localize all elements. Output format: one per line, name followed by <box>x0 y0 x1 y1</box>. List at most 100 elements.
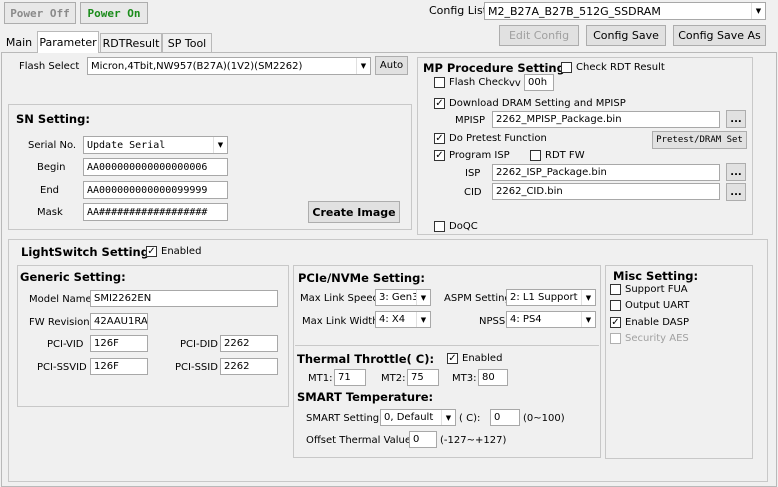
aspm-setting-select[interactable]: 2: L1 Support ▼ <box>506 289 596 306</box>
enable-dasp-checkbox[interactable]: ✓ Enable DASP <box>610 317 689 328</box>
fw-revision-input[interactable]: 42AAU1RA <box>90 313 148 330</box>
npss-select[interactable]: 4: PS4 ▼ <box>506 311 596 328</box>
tab-parameter[interactable]: Parameter <box>37 31 99 53</box>
mt2-input[interactable]: 75 <box>407 369 439 386</box>
end-input[interactable]: AA000000000000099999 <box>83 181 228 199</box>
chevron-down-icon: ▼ <box>441 410 455 425</box>
power-off-button[interactable]: Power Off <box>4 2 76 24</box>
serial-no-value: Update Serial <box>87 139 166 151</box>
offset-thermal-input[interactable]: 0 <box>409 431 437 448</box>
tab-sp-tool[interactable]: SP Tool <box>162 33 212 52</box>
smart-unit-input[interactable]: 0 <box>490 409 520 426</box>
aspm-setting-label: ASPM Setting <box>444 293 511 304</box>
checkbox-label: Check RDT Result <box>576 62 665 73</box>
checkbox-box <box>434 77 445 88</box>
model-name-input[interactable]: SMI2262EN <box>90 290 278 307</box>
checkbox-label: Enable DASP <box>625 317 689 328</box>
cid-label: CID <box>464 187 482 198</box>
chevron-down-icon: ▼ <box>356 58 370 74</box>
pcie-divider <box>295 345 599 346</box>
edit-config-button[interactable]: Edit Config <box>499 25 579 46</box>
flash-check-checkbox[interactable]: Flash Check <box>434 77 509 88</box>
pretest-dram-set-button[interactable]: Pretest/DRAM Set <box>652 131 747 149</box>
pretest-checkbox[interactable]: ✓ Do Pretest Function <box>434 133 547 144</box>
mt3-label: MT3: <box>452 373 477 384</box>
cid-browse-button[interactable]: ... <box>726 183 746 201</box>
fw-revision-label: FW Revision <box>29 317 90 328</box>
max-link-speed-select[interactable]: 3: Gen3 ▼ <box>375 289 431 306</box>
checkbox-box: ✓ <box>610 316 621 328</box>
config-save-button[interactable]: Config Save <box>586 25 666 46</box>
download-dram-checkbox[interactable]: ✓ Download DRAM Setting and MPISP <box>434 98 626 109</box>
mask-input[interactable]: AA################## <box>83 203 228 221</box>
checkbox-box: ✓ <box>146 245 157 257</box>
config-save-as-button[interactable]: Config Save As <box>673 25 766 46</box>
vv-input[interactable]: 00h <box>524 74 554 91</box>
auto-button[interactable]: Auto <box>375 56 408 75</box>
offset-range-label: (-127~+127) <box>440 435 507 446</box>
pci-ssid-input[interactable]: 2262 <box>220 358 278 375</box>
doqc-checkbox[interactable]: DoQC <box>434 221 478 232</box>
begin-input[interactable]: AA000000000000000006 <box>83 158 228 176</box>
vv-label: vv <box>509 78 521 89</box>
offset-thermal-label: Offset Thermal Value: <box>306 435 415 446</box>
checkbox-box: ✓ <box>434 132 445 144</box>
config-list-select[interactable]: M2_B27A_B27B_512G_SSDRAM ▼ <box>484 2 766 20</box>
program-isp-checkbox[interactable]: ✓ Program ISP <box>434 150 510 161</box>
chevron-down-icon: ▼ <box>751 3 765 19</box>
pci-ssvid-label: PCI-SSVID <box>37 362 87 373</box>
lightswitch-enabled-checkbox[interactable]: ✓ Enabled <box>146 246 201 257</box>
chevron-down-icon: ▼ <box>416 290 430 305</box>
security-aes-checkbox[interactable]: Security AES <box>610 333 689 344</box>
serial-no-label: Serial No. <box>28 140 77 151</box>
serial-no-select[interactable]: Update Serial ▼ <box>83 136 228 154</box>
smart-temperature-title: SMART Temperature: <box>297 390 434 404</box>
tab-rdtresult[interactable]: RDTResult <box>100 33 162 52</box>
mt1-input[interactable]: 71 <box>334 369 366 386</box>
flash-select[interactable]: Micron,4Tbit,NW957(B27A)(1V2)(SM2262) ▼ <box>87 57 371 75</box>
checkbox-box: ✓ <box>447 352 458 364</box>
chevron-down-icon: ▼ <box>416 312 430 327</box>
power-on-button[interactable]: Power On <box>80 2 148 24</box>
isp-label: ISP <box>465 168 481 179</box>
pci-vid-label: PCI-VID <box>47 339 84 350</box>
isp-browse-button[interactable]: ... <box>726 163 746 181</box>
rdt-fw-checkbox[interactable]: RDT FW <box>530 150 585 161</box>
checkbox-label: Enabled <box>462 353 503 364</box>
pci-vid-input[interactable]: 126F <box>90 335 148 352</box>
mt3-input[interactable]: 80 <box>478 369 508 386</box>
pci-did-label: PCI-DID <box>180 339 218 350</box>
check-rdt-result-checkbox[interactable]: Check RDT Result <box>561 62 665 73</box>
tab-main[interactable]: Main <box>1 33 37 52</box>
max-link-width-select[interactable]: 4: X4 ▼ <box>375 311 431 328</box>
isp-input[interactable]: 2262_ISP_Package.bin <box>492 164 720 181</box>
mpisp-browse-button[interactable]: ... <box>726 110 746 128</box>
checkbox-label: DoQC <box>449 221 478 232</box>
checkbox-box <box>610 284 621 295</box>
checkbox-box <box>610 300 621 311</box>
aspm-setting-value: 2: L1 Support <box>510 292 578 303</box>
config-list-label: Config List <box>429 4 488 17</box>
flash-select-value: Micron,4Tbit,NW957(B27A)(1V2)(SM2262) <box>91 60 303 72</box>
smart-setting-value: 0, Default <box>384 412 434 423</box>
thermal-throttle-title: Thermal Throttle( C): <box>297 352 435 366</box>
create-image-button[interactable]: Create Image <box>308 201 400 223</box>
output-uart-checkbox[interactable]: Output UART <box>610 300 689 311</box>
sn-setting-title: SN Setting: <box>16 112 90 126</box>
flash-select-label: Flash Select <box>19 61 80 72</box>
checkbox-label: Download DRAM Setting and MPISP <box>449 98 626 109</box>
pci-ssvid-input[interactable]: 126F <box>90 358 148 375</box>
checkbox-box: ✓ <box>434 97 445 109</box>
checkbox-box <box>610 333 621 344</box>
smart-setting-label: SMART Setting: <box>306 413 383 424</box>
support-fua-checkbox[interactable]: Support FUA <box>610 284 688 295</box>
cid-input[interactable]: 2262_CID.bin <box>492 183 720 200</box>
chevron-down-icon: ▼ <box>213 137 227 153</box>
smart-setting-select[interactable]: 0, Default ▼ <box>380 409 456 426</box>
pci-did-input[interactable]: 2262 <box>220 335 278 352</box>
chevron-down-icon: ▼ <box>581 312 595 327</box>
thermal-enabled-checkbox[interactable]: ✓ Enabled <box>447 353 502 364</box>
mpisp-input[interactable]: 2262_MPISP_Package.bin <box>492 111 720 128</box>
max-link-width-value: 4: X4 <box>379 314 406 325</box>
misc-setting-title: Misc Setting: <box>613 269 699 283</box>
